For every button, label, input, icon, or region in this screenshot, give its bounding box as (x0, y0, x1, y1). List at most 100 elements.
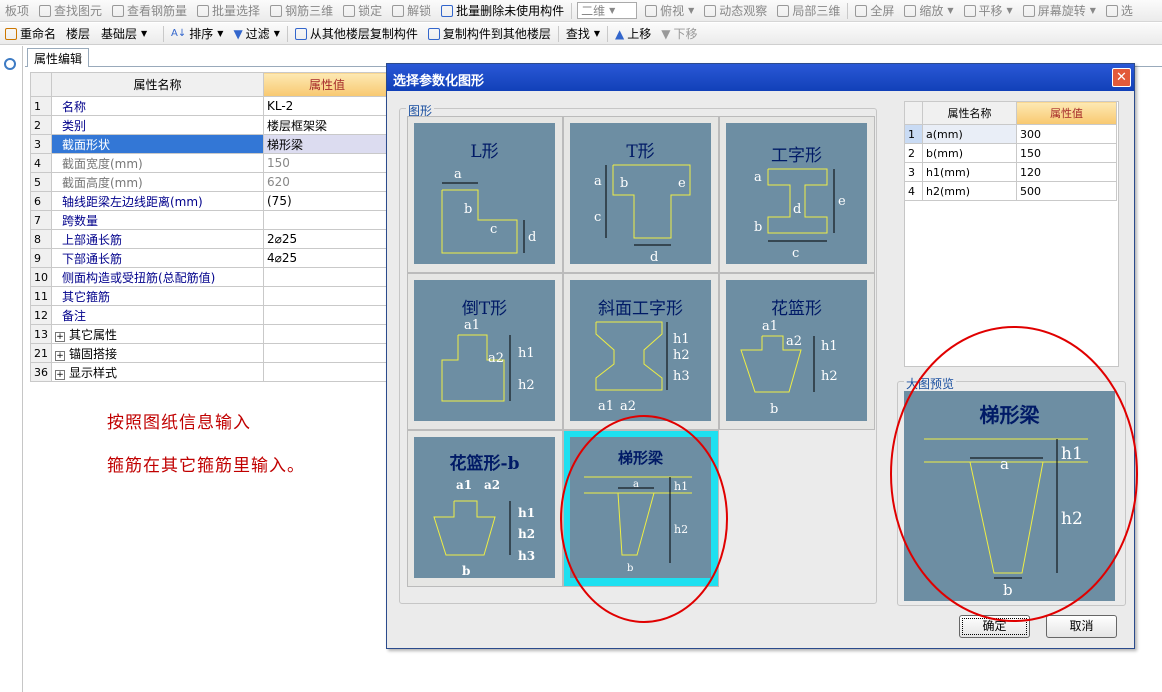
move-down-button[interactable]: ▼ 下移 (656, 24, 702, 44)
property-value[interactable] (263, 362, 391, 382)
expand-icon[interactable]: + (55, 331, 65, 342)
zoom-button[interactable]: 缩放 ▼ (899, 1, 958, 21)
shape-l[interactable]: L形 a b c d (407, 116, 563, 273)
search-icon[interactable] (4, 58, 16, 70)
shape-trapezoid-beam[interactable]: 梯形梁 a h1 h2 b (563, 430, 719, 587)
find-button[interactable]: 查找 ▼ (561, 24, 605, 44)
property-value[interactable] (263, 324, 391, 344)
property-value[interactable] (263, 210, 391, 230)
table-row[interactable]: 1 名称 KL-2 (30, 96, 411, 116)
ok-button[interactable]: 确定 (959, 615, 1030, 638)
move-up-button[interactable]: ▲ 上移 (610, 24, 656, 44)
property-value[interactable]: 2⌀25 (263, 229, 391, 249)
property-value[interactable] (263, 305, 391, 325)
unlock-button[interactable]: 解锁 (387, 1, 436, 21)
floor-select[interactable]: 基础层 ▼ (98, 25, 158, 42)
table-row[interactable]: 10 侧面构造或受扭筋(总配筋值) (30, 267, 411, 287)
property-name[interactable]: 截面宽度(mm) (51, 153, 264, 173)
table-row[interactable]: 3 截面形状 梯形梁 (30, 134, 411, 154)
property-value[interactable]: (75) (263, 191, 391, 211)
view-mode-select[interactable]: 二维 ▼ (577, 2, 638, 19)
param-value[interactable]: 150 (1016, 143, 1117, 163)
shape-flower-basket-b[interactable]: 花篮形-b a1 a2 h1 h2 h3 b (407, 430, 563, 587)
lock-button[interactable]: 锁定 (338, 1, 387, 21)
property-value[interactable] (263, 343, 391, 363)
copy-from-other-floor-button[interactable]: 从其他楼层复制构件 (290, 24, 423, 44)
property-grid: 属性名称 属性值 附加 1 名称 KL-2 2 类别 楼层框架梁 3 截面形状 梯形梁 4 截面宽度… (30, 72, 411, 382)
rename-button[interactable]: 重命名 (0, 24, 61, 44)
shape-sloped-i-thumbnail: 斜面工字形 h1 h2 h3 a1 a2 (570, 280, 711, 421)
expand-icon[interactable]: + (55, 369, 65, 380)
expand-icon[interactable]: + (55, 350, 65, 361)
pan-button[interactable]: 平移 ▼ (959, 1, 1018, 21)
param-value[interactable]: 120 (1016, 162, 1117, 182)
table-row[interactable]: 8 上部通长筋 2⌀25 (30, 229, 411, 249)
property-name[interactable]: 截面高度(mm) (51, 172, 264, 192)
table-row[interactable]: 9 下部通长筋 4⌀25 (30, 248, 411, 268)
shape-sloped-i[interactable]: 斜面工字形 h1 h2 h3 a1 a2 (563, 273, 719, 430)
param-value[interactable]: 300 (1016, 124, 1117, 144)
sort-button[interactable]: A↓ 排序 ▼ (166, 24, 228, 44)
property-value[interactable]: KL-2 (263, 96, 391, 116)
view-rebar-button[interactable]: 查看钢筋量 (107, 1, 192, 21)
table-row[interactable]: 11 其它箍筋 (30, 286, 411, 306)
table-row[interactable]: 5 截面高度(mm) 620 (30, 172, 411, 192)
property-value[interactable] (263, 267, 391, 287)
property-value[interactable] (263, 286, 391, 306)
shape-t[interactable]: T形 a b c e d (563, 116, 719, 273)
property-value[interactable]: 楼层框架梁 (263, 115, 391, 135)
table-row[interactable]: 36 + 显示样式 (30, 362, 411, 382)
svg-text:d: d (528, 230, 536, 245)
property-name[interactable]: 下部通长筋 (51, 248, 264, 268)
dynamic-orbit-button[interactable]: 动态观察 (699, 1, 772, 21)
property-name[interactable]: 截面形状 (51, 134, 264, 154)
property-name[interactable]: 侧面构造或受扭筋(总配筋值) (51, 267, 264, 287)
property-name[interactable]: 上部通长筋 (51, 229, 264, 249)
cancel-button[interactable]: 取消 (1046, 615, 1117, 638)
table-row[interactable]: 13 + 其它属性 (30, 324, 411, 344)
property-name[interactable]: 跨数量 (51, 210, 264, 230)
param-row[interactable]: 3 h1(mm) 120 (904, 162, 1117, 182)
shape-inverted-t[interactable]: 倒T形 a1 a2 h1 h2 (407, 273, 563, 430)
shape-flower-basket[interactable]: 花篮形 a1 a2 h1 h2 b (719, 273, 875, 430)
property-name[interactable]: 名称 (51, 96, 264, 116)
property-name[interactable]: 备注 (51, 305, 264, 325)
close-icon[interactable]: ✕ (1112, 68, 1131, 87)
table-row[interactable]: 21 + 锚固搭接 (30, 343, 411, 363)
batch-select-button[interactable]: 批量选择 (192, 1, 265, 21)
table-row[interactable]: 2 类别 楼层框架梁 (30, 115, 411, 135)
property-name[interactable]: 类别 (51, 115, 264, 135)
param-row[interactable]: 1 a(mm) 300 (904, 124, 1117, 144)
property-value[interactable]: 4⌀25 (263, 248, 391, 268)
property-value[interactable]: 150 (263, 153, 391, 173)
shape-i[interactable]: 工字形 a b d e c (719, 116, 875, 273)
tab-property-editor[interactable]: 属性编辑 (27, 48, 90, 67)
property-name[interactable]: + 显示样式 (51, 362, 264, 382)
top-view-button[interactable]: 俯视 ▼ (640, 1, 699, 21)
local-3d-button[interactable]: 局部三维 (772, 1, 845, 21)
fullscreen-button[interactable]: 全屏 (850, 1, 899, 21)
property-name[interactable]: 轴线距梁左边线距离(mm) (51, 191, 264, 211)
param-value[interactable]: 500 (1016, 181, 1117, 201)
table-row[interactable]: 6 轴线距梁左边线距离(mm) (75) (30, 191, 411, 211)
property-name[interactable]: 其它箍筋 (51, 286, 264, 306)
dialog-titlebar[interactable]: 选择参数化图形 ✕ (387, 64, 1134, 91)
property-name[interactable]: + 其它属性 (51, 324, 264, 344)
toolbar-item-slab[interactable]: 板项 (0, 1, 34, 21)
property-name[interactable]: + 锚固搭接 (51, 343, 264, 363)
filter-button[interactable]: ▼ 过滤 ▼ (228, 24, 284, 44)
table-row[interactable]: 7 跨数量 (30, 210, 411, 230)
select-button[interactable]: 选 (1101, 1, 1138, 21)
screen-rotate-button[interactable]: 屏幕旋转 ▼ (1018, 1, 1101, 21)
find-element-button[interactable]: 查找图元 (34, 1, 107, 21)
property-name-text: 上部通长筋 (62, 232, 123, 247)
rebar-3d-button[interactable]: 钢筋三维 (265, 1, 338, 21)
param-row[interactable]: 4 h2(mm) 500 (904, 181, 1117, 201)
table-row[interactable]: 12 备注 (30, 305, 411, 325)
table-row[interactable]: 4 截面宽度(mm) 150 (30, 153, 411, 173)
property-value[interactable]: 620 (263, 172, 391, 192)
copy-to-other-floor-button[interactable]: 复制构件到其他楼层 (423, 24, 556, 44)
property-value[interactable]: 梯形梁 (263, 134, 391, 154)
batch-delete-unused-button[interactable]: 批量删除未使用构件 (436, 1, 569, 21)
param-row[interactable]: 2 b(mm) 150 (904, 143, 1117, 163)
